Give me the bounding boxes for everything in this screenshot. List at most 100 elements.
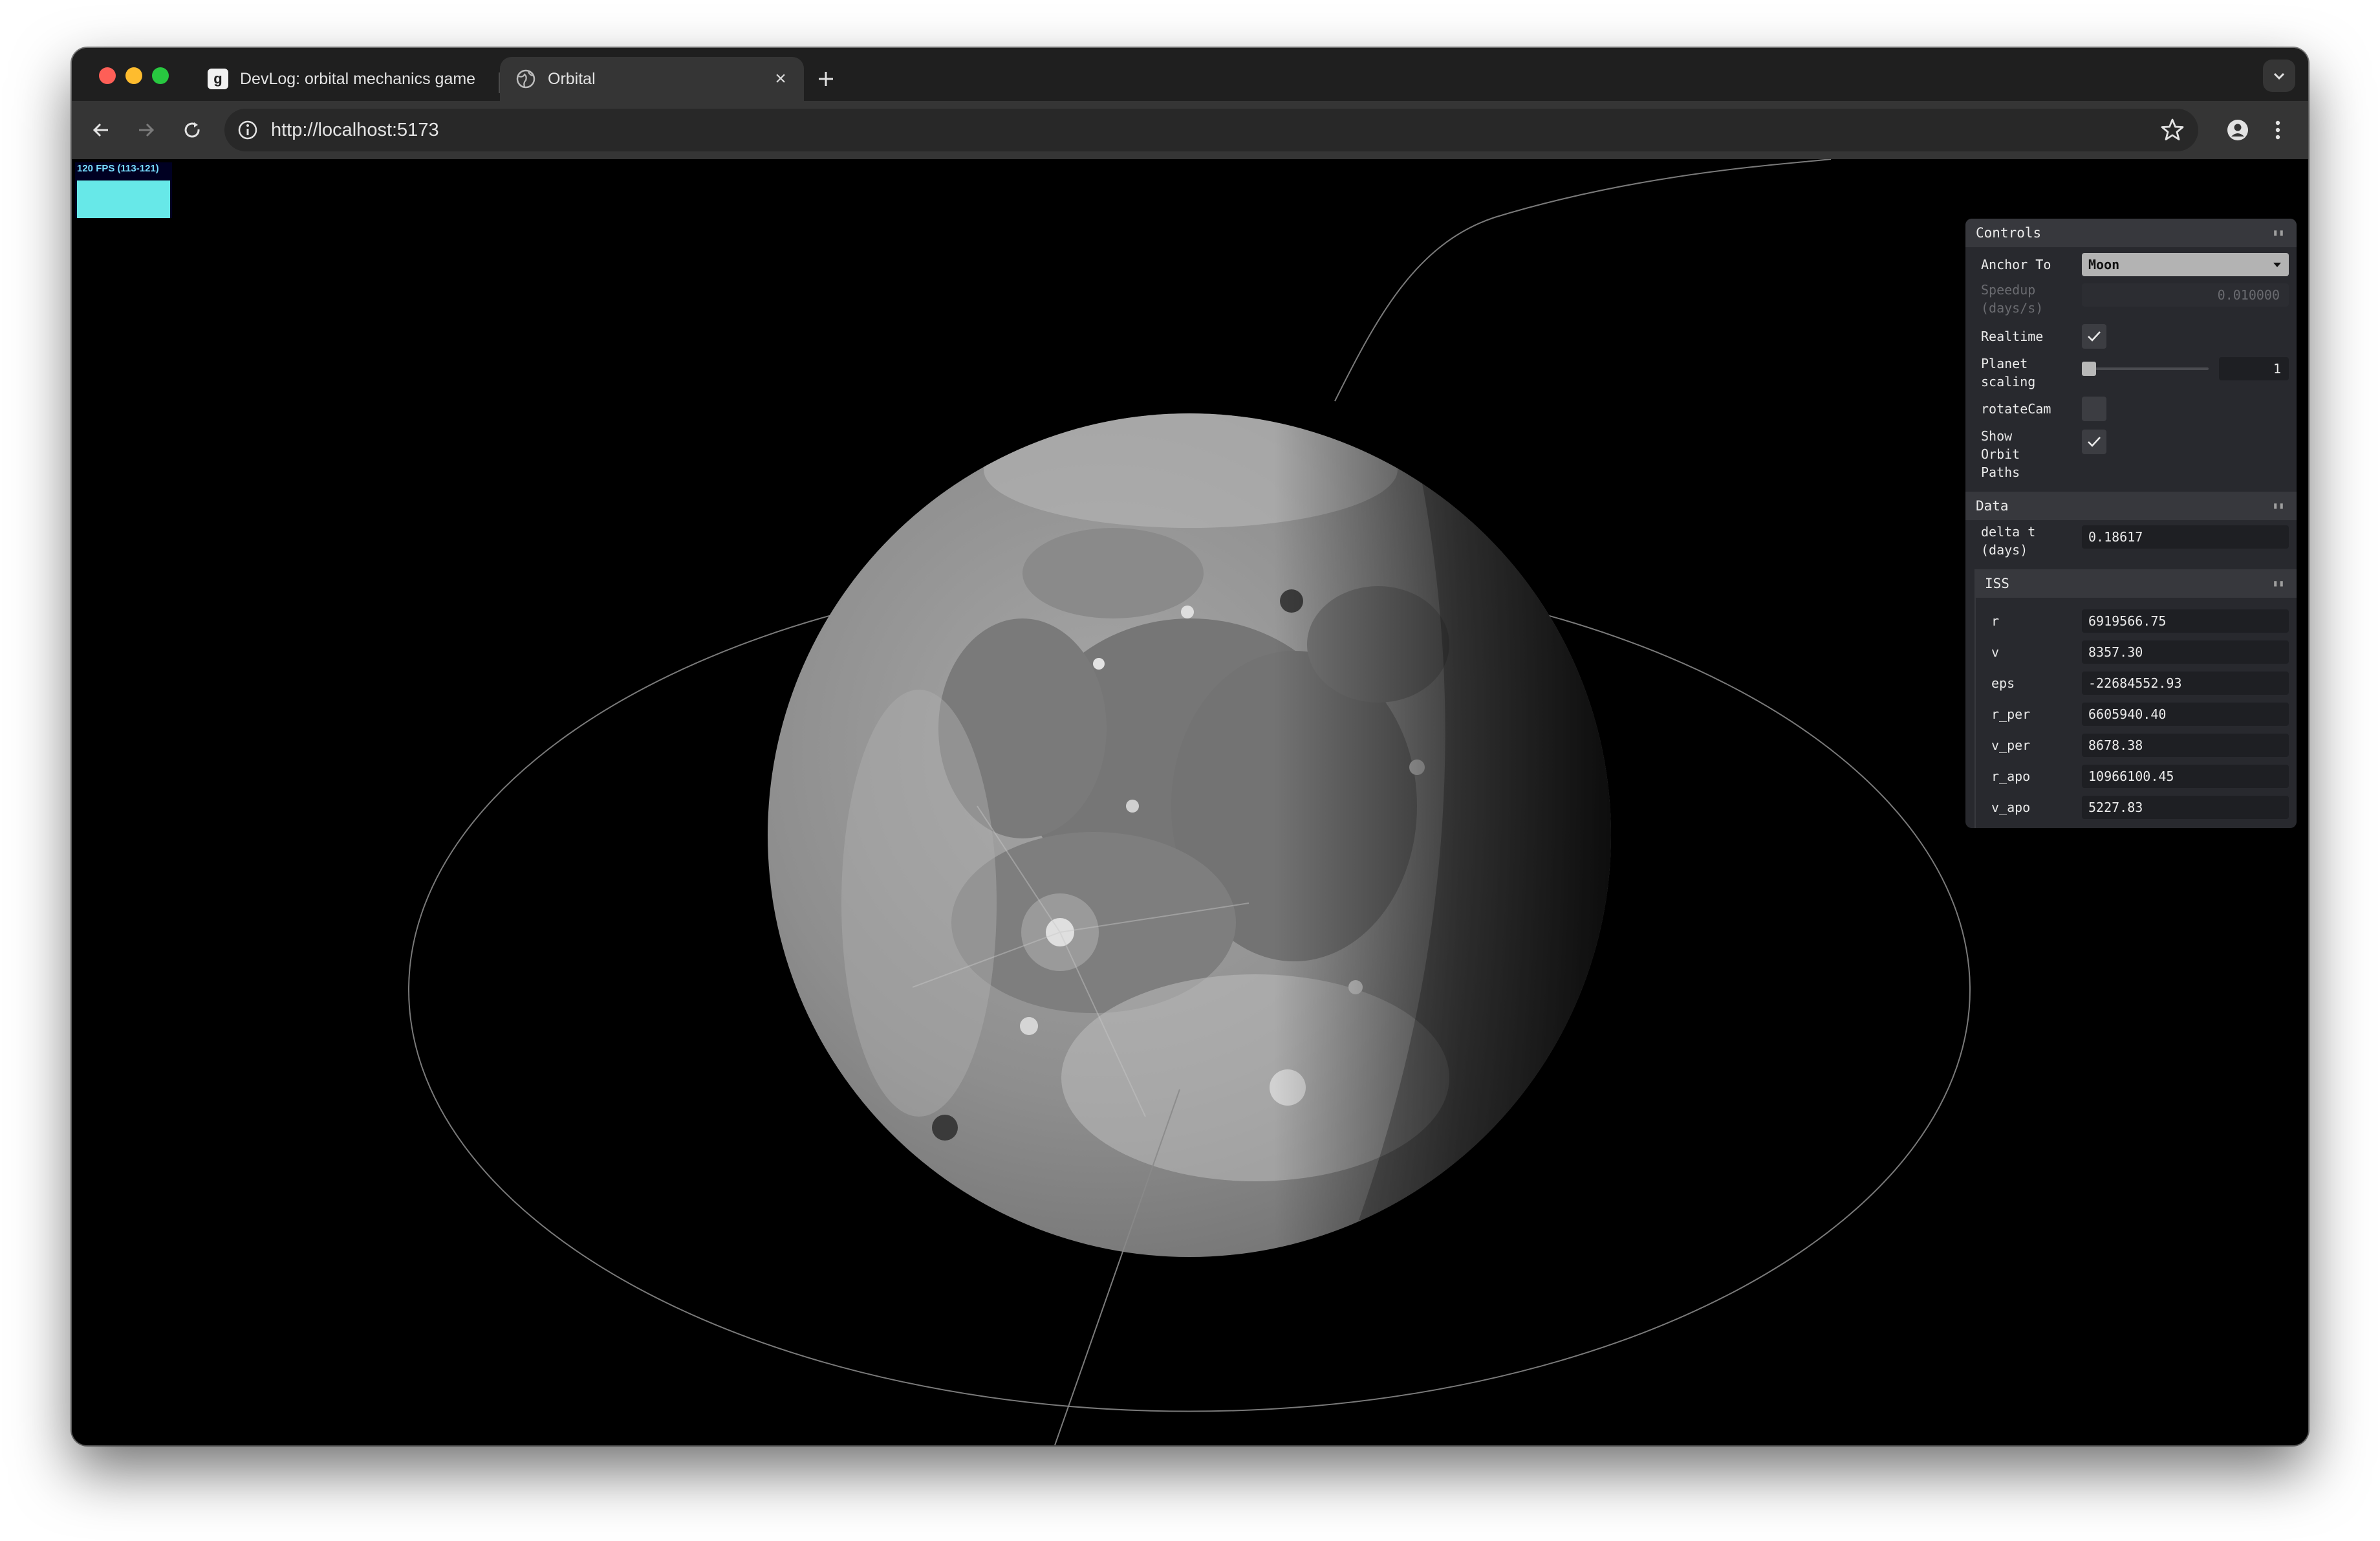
minimize-window-button[interactable] <box>125 67 142 84</box>
planet-scaling-label: Planet <box>1981 356 2028 371</box>
caret-down-icon <box>2273 263 2281 267</box>
iss-value: 6919566.75 <box>2088 613 2167 629</box>
reload-button[interactable] <box>177 114 209 146</box>
planet-scaling-input[interactable]: 1 <box>2219 357 2289 380</box>
moon-sphere <box>768 413 1611 1257</box>
collapse-grip-icon[interactable]: ▮▮ <box>2273 219 2285 247</box>
collapse-grip-icon[interactable]: ▮▮ <box>2273 569 2285 598</box>
controls-folder-title[interactable]: Controls ▮▮ <box>1965 219 2297 247</box>
orbit-paths-checkbox[interactable] <box>2082 430 2106 454</box>
planet-scaling-label-2: scaling <box>1981 374 2036 389</box>
tab-orbital[interactable]: Orbital × <box>500 57 804 101</box>
iss-value-field[interactable]: 8357.30 <box>2082 640 2289 664</box>
browser-menu-button[interactable] <box>2262 114 2294 146</box>
folder-title-text: Controls <box>1976 225 2042 241</box>
iss-value-field[interactable]: 6605940.40 <box>2082 703 2289 726</box>
iss-value-field[interactable]: 6919566.75 <box>2082 609 2289 633</box>
zoom-window-button[interactable] <box>152 67 169 84</box>
iss-label: r_apo <box>1991 769 2031 784</box>
iss-label: v <box>1991 644 2000 660</box>
iss-folder-title[interactable]: ISS ▮▮ <box>1974 569 2297 598</box>
arrow-left-icon <box>92 123 108 137</box>
rotatecam-checkbox[interactable] <box>2082 397 2106 421</box>
fps-label: 120 FPS (113-121) <box>77 163 159 174</box>
slider-handle[interactable] <box>2082 362 2096 376</box>
delta-t-label: delta t <box>1981 524 2036 540</box>
anchor-value: Moon <box>2088 257 2120 272</box>
tab-title: DevLog: orbital mechanics game <box>240 69 476 88</box>
reload-icon <box>184 122 200 138</box>
iss-row-r: r 6919566.75 <box>1965 607 2297 635</box>
iss-row-v-per: v_per 8678.38 <box>1965 731 2297 760</box>
close-window-button[interactable] <box>99 67 116 84</box>
planet-scaling-value: 1 <box>2273 361 2281 377</box>
globe-icon <box>516 69 536 89</box>
url-text[interactable]: http://localhost:5173 <box>271 109 439 151</box>
rotatecam-label: rotateCam <box>1981 401 2051 417</box>
browser-toolbar: http://localhost:5173 <box>72 101 2308 160</box>
iss-row-r-per: r_per 6605940.40 <box>1965 700 2297 728</box>
fps-graph <box>77 180 170 218</box>
realtime-row: Realtime <box>1965 322 2297 351</box>
tab-title: Orbital <box>548 69 596 88</box>
speedup-input: 0.010000 <box>2082 283 2289 307</box>
profile-button[interactable] <box>2222 114 2254 146</box>
iss-label: v_per <box>1991 738 2031 753</box>
checkmark-icon <box>2088 437 2101 447</box>
delta-t-label-unit: (days) <box>1981 542 2028 558</box>
iss-value: 10966100.45 <box>2088 769 2174 784</box>
anchor-select[interactable]: Moon <box>2082 253 2289 276</box>
fps-stats-panel[interactable]: 120 FPS (113-121) <box>75 162 172 218</box>
arrow-right-icon <box>139 123 155 137</box>
kebab-menu-icon <box>2275 120 2280 140</box>
scene-viewport[interactable]: 120 FPS (113-121) Controls ▮▮ Anchor To … <box>72 159 2308 1445</box>
orbit-paths-label-2: Orbit <box>1981 446 2020 462</box>
person-icon <box>2227 120 2248 140</box>
iss-value: 6605940.40 <box>2088 706 2167 722</box>
planet-scaling-slider[interactable] <box>2082 362 2209 376</box>
realtime-label: Realtime <box>1981 329 2044 344</box>
back-button[interactable] <box>85 114 117 146</box>
iss-value-field[interactable]: 5227.83 <box>2082 796 2289 819</box>
iss-label: r_per <box>1991 706 2031 722</box>
orbit-paths-label-3: Paths <box>1981 464 2020 480</box>
iss-value-field[interactable]: 8678.38 <box>2082 734 2289 757</box>
iss-label: eps <box>1991 675 2015 691</box>
forward-button[interactable] <box>130 114 162 146</box>
folder-title-text: Data <box>1976 498 2009 514</box>
star-icon[interactable] <box>2159 117 2185 143</box>
trajectory-curve <box>1334 159 1832 402</box>
chevron-down-icon <box>2273 72 2285 80</box>
folder-title-text: ISS <box>1985 576 2009 591</box>
tab-search-button[interactable] <box>2263 60 2295 92</box>
iss-value: 8678.38 <box>2088 738 2143 753</box>
data-folder-title[interactable]: Data ▮▮ <box>1965 492 2297 520</box>
info-icon[interactable] <box>236 118 259 142</box>
realtime-checkbox[interactable] <box>2082 324 2106 349</box>
rotatecam-row: rotateCam <box>1965 395 2297 423</box>
controls-panel: Controls ▮▮ Anchor To Moon Speedup (days… <box>1965 219 2297 828</box>
iss-value-field[interactable]: 10966100.45 <box>2082 765 2289 788</box>
speedup-label: Speedup <box>1981 282 2036 298</box>
iss-value-field[interactable]: -22684552.93 <box>2082 672 2289 695</box>
delta-t-field[interactable]: 0.18617 <box>2082 525 2289 549</box>
iss-value: 8357.30 <box>2088 644 2143 660</box>
iss-value: -22684552.93 <box>2088 675 2182 691</box>
iss-row-v: v 8357.30 <box>1965 638 2297 666</box>
iss-value: 5227.83 <box>2088 800 2143 815</box>
anchor-label: Anchor To <box>1981 257 2051 272</box>
planet-scaling-row: Planet scaling 1 <box>1965 353 2297 392</box>
iss-label: v_apo <box>1991 800 2031 815</box>
collapse-grip-icon[interactable]: ▮▮ <box>2273 492 2285 520</box>
iss-row-v-apo: v_apo 5227.83 <box>1965 793 2297 822</box>
orbit-paths-label: Show <box>1981 428 2013 444</box>
orbit-paths-row: Show Orbit Paths <box>1965 426 2297 483</box>
speedup-row: Speedup (days/s) 0.010000 <box>1965 281 2297 317</box>
close-icon[interactable]: × <box>768 66 794 92</box>
delta-t-value: 0.18617 <box>2088 529 2143 545</box>
iss-row-eps: eps -22684552.93 <box>1965 669 2297 697</box>
browser-window: g DevLog: orbital mechanics game × Orbit… <box>72 48 2308 1445</box>
new-tab-button[interactable] <box>810 63 841 94</box>
devlog-favicon-icon: g <box>208 69 228 89</box>
address-bar[interactable]: http://localhost:5173 <box>224 109 2198 151</box>
